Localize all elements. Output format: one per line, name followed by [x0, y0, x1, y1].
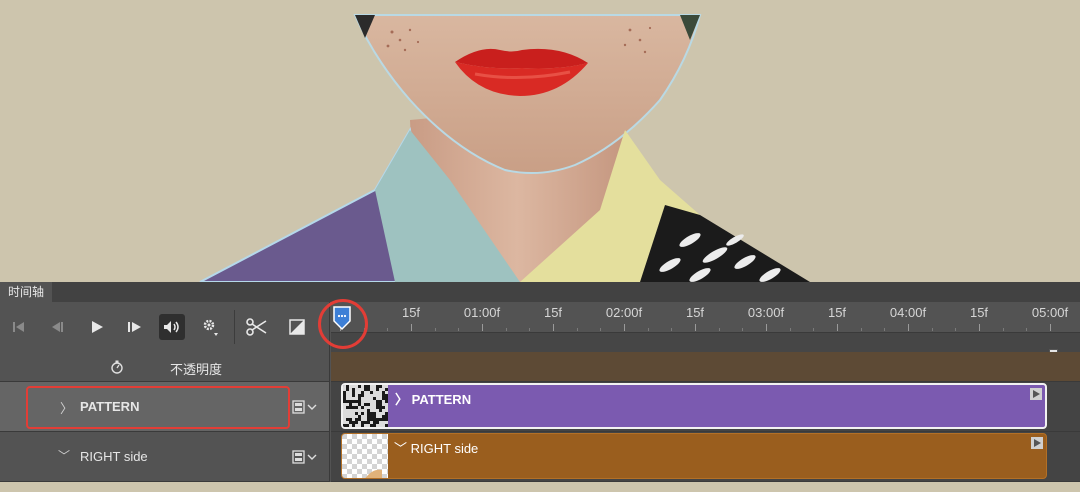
- ruler-major-tick: [1050, 324, 1051, 331]
- ruler-minor-tick: [789, 328, 791, 331]
- ruler-label: 03:00f: [747, 305, 785, 320]
- ruler-minor-tick: [505, 328, 507, 331]
- clip-right-side[interactable]: ﹀ RIGHT side: [341, 433, 1047, 479]
- ruler-major-tick: [766, 324, 767, 331]
- audio-toggle-button[interactable]: [159, 314, 185, 340]
- ruler-minor-tick: [1026, 328, 1028, 331]
- ruler-major-tick: [837, 324, 838, 331]
- transition-icon: [289, 319, 305, 335]
- ruler-label: 15f: [969, 305, 989, 320]
- clip-end-arrow-icon[interactable]: [1031, 437, 1043, 449]
- canvas-bottom-strip: [0, 482, 1080, 492]
- ruler-label: 02:00f: [605, 305, 643, 320]
- split-at-playhead-icon: [246, 318, 267, 336]
- timeline-panel: 时间轴 15f 01:00f 15f 02:00f 15f 03:00f 15f…: [0, 282, 1080, 492]
- stopwatch-icon[interactable]: [110, 360, 124, 374]
- playhead[interactable]: [318, 299, 368, 349]
- play-button[interactable]: [84, 314, 110, 340]
- panel-tab-bar: 时间轴: [0, 282, 1080, 302]
- go-to-first-frame-button[interactable]: [6, 314, 32, 340]
- layer-name: RIGHT side: [80, 449, 148, 464]
- ruler-label: 15f: [827, 305, 847, 320]
- ruler-minor-tick: [813, 328, 815, 331]
- clip-pattern[interactable]: 〉 PATTERN: [341, 383, 1047, 429]
- split-at-playhead-button[interactable]: [244, 314, 270, 340]
- timeline-ruler[interactable]: 15f 01:00f 15f 02:00f 15f 03:00f 15f 04:…: [318, 299, 1080, 369]
- audio-icon: [164, 321, 179, 333]
- ruler-minor-tick: [434, 328, 436, 331]
- layer-row-right-side[interactable]: ﹀ RIGHT side: [0, 432, 330, 482]
- film-strip-icon[interactable]: [292, 450, 320, 464]
- opacity-property-row: 不透明度: [0, 352, 330, 382]
- playhead-annotation-circle: [318, 299, 368, 349]
- ruler-minor-tick: [529, 328, 531, 331]
- ruler-minor-tick: [600, 328, 602, 331]
- next-frame-icon: [128, 322, 141, 332]
- portrait-artwork: [199, 14, 810, 282]
- opacity-label: 不透明度: [170, 362, 223, 377]
- ruler-minor-tick: [576, 328, 578, 331]
- screenshot: 时间轴 15f 01:00f 15f 02:00f 15f 03:00f 15f…: [0, 0, 1080, 492]
- ruler-track: [331, 332, 1080, 352]
- opacity-keyframe-track[interactable]: [331, 352, 1080, 382]
- ruler-label: 15f: [401, 305, 421, 320]
- settings-gear-icon: [203, 319, 218, 336]
- pattern-clip-track: 〉 PATTERN: [331, 382, 1080, 432]
- ruler-major-tick: [695, 324, 696, 331]
- ruler-major-tick: [979, 324, 980, 331]
- clip-name: RIGHT side: [410, 441, 479, 456]
- ruler-major-tick: [624, 324, 625, 331]
- ruler-minor-tick: [742, 328, 744, 331]
- clip-chevron-icon: 〉: [395, 392, 412, 407]
- timeline-controls: [0, 302, 330, 352]
- ruler-minor-tick: [387, 328, 389, 331]
- ruler-label: 15f: [685, 305, 705, 320]
- layer-annotation-box: [26, 386, 290, 429]
- previous-frame-icon: [52, 322, 63, 332]
- ruler-minor-tick: [931, 328, 933, 331]
- go-to-first-frame-icon: [13, 322, 24, 332]
- collapse-chevron-icon[interactable]: ﹀: [58, 447, 70, 464]
- previous-frame-button[interactable]: [44, 314, 70, 340]
- playback-settings-button[interactable]: [197, 314, 223, 340]
- clip-label: ﹀ RIGHT side: [394, 438, 478, 457]
- ruler-major-tick: [908, 324, 909, 331]
- document-canvas: [0, 0, 1080, 282]
- ruler-minor-tick: [860, 328, 862, 331]
- ruler-minor-tick: [671, 328, 673, 331]
- control-separator: [234, 310, 235, 344]
- ruler-minor-tick: [718, 328, 720, 331]
- clip-end-arrow-icon[interactable]: [1030, 388, 1042, 400]
- ruler-label: 01:00f: [463, 305, 501, 320]
- film-strip-icon[interactable]: [292, 400, 320, 414]
- ruler-minor-tick: [1002, 328, 1004, 331]
- clip-chevron-icon: ﹀: [394, 441, 411, 456]
- ruler-label: 15f: [543, 305, 563, 320]
- clip-label: 〉 PATTERN: [395, 389, 471, 408]
- transition-button[interactable]: [284, 314, 310, 340]
- clip-name: PATTERN: [411, 392, 472, 407]
- tab-timeline[interactable]: 时间轴: [0, 282, 53, 302]
- next-frame-button[interactable]: [122, 314, 148, 340]
- ruler-major-tick: [553, 324, 554, 331]
- ruler-minor-tick: [458, 328, 460, 331]
- ruler-major-tick: [411, 324, 412, 331]
- ruler-major-tick: [482, 324, 483, 331]
- ruler-label: 05:00f: [1031, 305, 1069, 320]
- ruler-minor-tick: [884, 328, 886, 331]
- clip-thumbnail: [343, 385, 388, 427]
- play-icon: [92, 321, 103, 333]
- ruler-label: 04:00f: [889, 305, 927, 320]
- ruler-minor-tick: [647, 328, 649, 331]
- ruler-minor-tick: [955, 328, 957, 331]
- clip-thumbnail: [342, 434, 388, 478]
- right-side-clip-track: ﹀ RIGHT side: [331, 432, 1080, 482]
